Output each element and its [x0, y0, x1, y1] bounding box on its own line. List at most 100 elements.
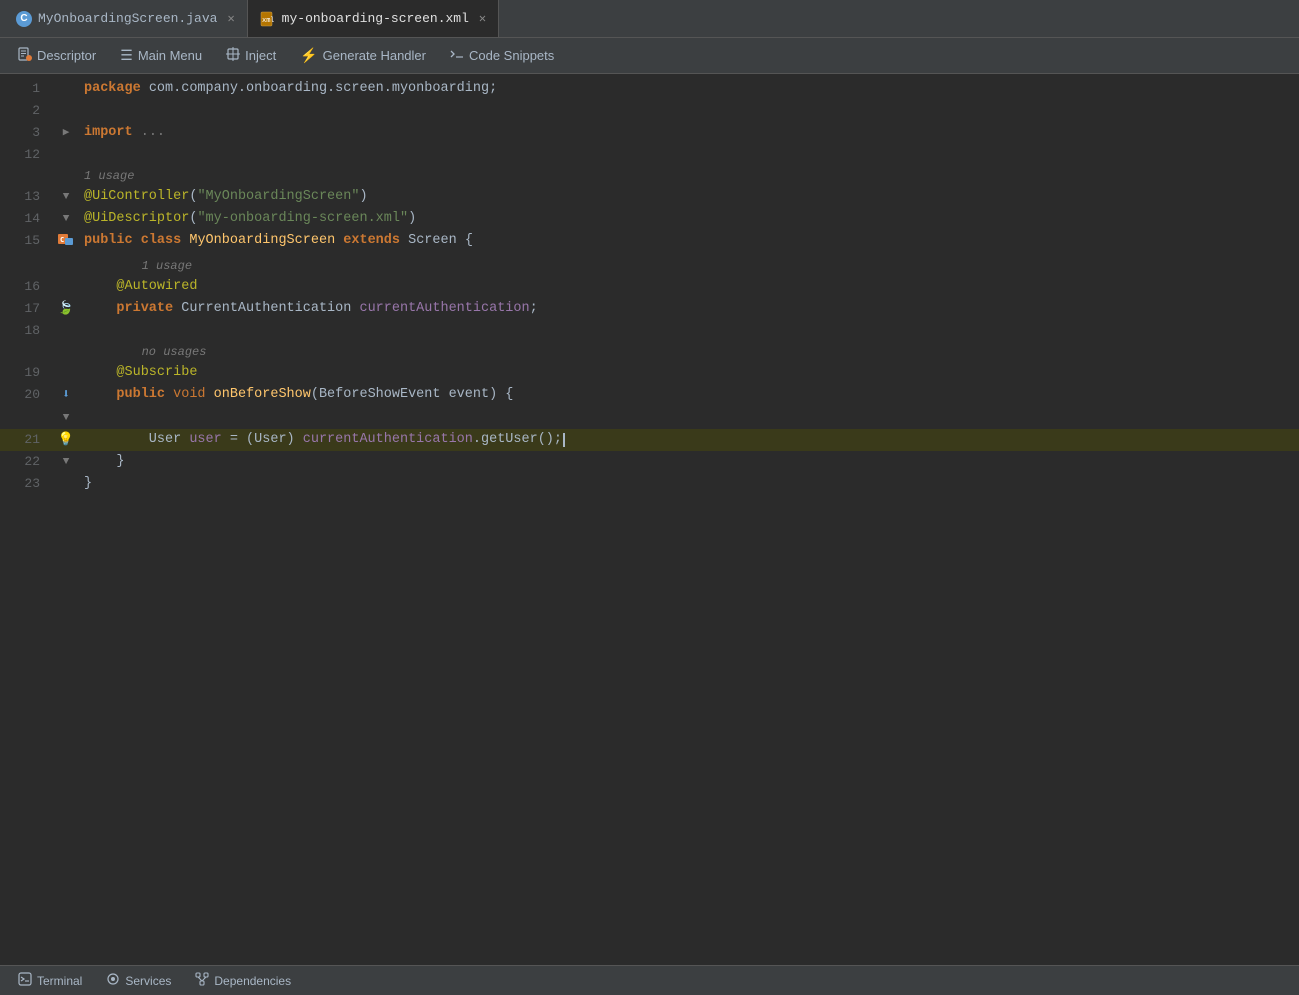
line-content-1: package com.company.onboarding.screen.my…: [80, 78, 1299, 100]
code-snippets-icon: [450, 47, 464, 64]
gutter-20: ⬇ ▼: [52, 384, 80, 429]
download-icon-20: ⬇: [62, 384, 70, 406]
annotation-1usage: 1 usage: [0, 166, 1299, 186]
gutter-21: 💡: [52, 429, 80, 451]
line-content-14: @UiDescriptor("my-onboarding-screen.xml"…: [80, 208, 1299, 230]
collapse-14-icon[interactable]: ▼: [63, 208, 70, 230]
main-menu-button[interactable]: ☰ Main Menu: [110, 43, 212, 68]
tab-bar: C MyOnboardingScreen.java ✕ xml my-onboa…: [0, 0, 1299, 38]
services-icon: [106, 972, 120, 989]
gutter-22: ▼: [52, 451, 80, 473]
code-line-2: 2: [0, 100, 1299, 122]
tab-xml-close[interactable]: ✕: [479, 11, 486, 26]
generate-handler-icon: ⚡: [300, 47, 317, 64]
collapse-13-icon[interactable]: ▼: [63, 186, 70, 208]
annotation-nousages: no usages: [0, 342, 1299, 362]
line-number-15: 15: [0, 230, 52, 252]
line-number-1: 1: [0, 78, 52, 100]
line-number-2: 2: [0, 100, 52, 122]
code-line-14: 14 ▼ @UiDescriptor("my-onboarding-screen…: [0, 208, 1299, 230]
gutter-17: 🍃: [52, 298, 80, 320]
collapse-22-icon[interactable]: ▼: [63, 451, 70, 473]
line-content-13: @UiController("MyOnboardingScreen"): [80, 186, 1299, 208]
gutter-3: ▶: [52, 122, 80, 144]
services-label: Services: [125, 974, 171, 988]
line-content-19: @Subscribe: [80, 362, 1299, 384]
status-bar: Terminal Services Dependencies: [0, 965, 1299, 995]
tab-java-close[interactable]: ✕: [227, 11, 234, 26]
tab-xml-label: my-onboarding-screen.xml: [282, 11, 469, 26]
class-gutter-icon: C: [57, 230, 75, 256]
code-snippets-label: Code Snippets: [469, 48, 554, 63]
dependencies-icon: [195, 972, 209, 989]
svg-text:xml: xml: [262, 16, 275, 24]
code-line-18: 18: [0, 320, 1299, 342]
tab-xml[interactable]: xml my-onboarding-screen.xml ✕: [248, 0, 499, 37]
svg-text:C: C: [60, 236, 64, 244]
code-line-3: 3 ▶ import ...: [0, 122, 1299, 144]
line-number-16: 16: [0, 276, 52, 298]
gutter-13: ▼: [52, 186, 80, 208]
services-button[interactable]: Services: [96, 969, 181, 992]
descriptor-icon: [18, 47, 32, 64]
line-number-18: 18: [0, 320, 52, 342]
line-content-21: User user = (User) currentAuthentication…: [80, 429, 1299, 451]
line-content-12: [80, 144, 1299, 166]
inject-icon: [226, 47, 240, 64]
collapse-import-icon[interactable]: ▶: [63, 122, 70, 144]
line-content-23: }: [80, 473, 1299, 495]
gutter-14: ▼: [52, 208, 80, 230]
toolbar: Descriptor ☰ Main Menu Inject ⚡ Generate…: [0, 38, 1299, 74]
line-number-14: 14: [0, 208, 52, 230]
line-content-3: import ...: [80, 122, 1299, 144]
main-menu-icon: ☰: [120, 47, 133, 64]
generate-handler-label: Generate Handler: [323, 48, 426, 63]
code-snippets-button[interactable]: Code Snippets: [440, 43, 564, 68]
code-line-20: 20 ⬇ ▼ public void onBeforeShow(BeforeSh…: [0, 384, 1299, 429]
line-content-15: public class MyOnboardingScreen extends …: [80, 230, 1299, 252]
line-number-12: 12: [0, 144, 52, 166]
dependencies-label: Dependencies: [214, 974, 291, 988]
line-number-13: 13: [0, 186, 52, 208]
line-content-22: }: [80, 451, 1299, 473]
code-line-19: 19 @Subscribe: [0, 362, 1299, 384]
annotation-1usage-text: 1 usage: [80, 169, 1299, 183]
descriptor-button[interactable]: Descriptor: [8, 43, 106, 68]
annotation-nousages-text: no usages: [80, 345, 1299, 359]
xml-icon: xml: [260, 11, 276, 27]
code-line-22: 22 ▼ }: [0, 451, 1299, 473]
code-line-12: 12: [0, 144, 1299, 166]
dependencies-button[interactable]: Dependencies: [185, 969, 301, 992]
lightbulb-icon-21: 💡: [58, 429, 74, 451]
editor-area: 1 package com.company.onboarding.screen.…: [0, 74, 1299, 965]
tab-java[interactable]: C MyOnboardingScreen.java ✕: [4, 0, 248, 37]
generate-handler-button[interactable]: ⚡ Generate Handler: [290, 43, 436, 68]
line-number-3: 3: [0, 122, 52, 144]
line-number-20: 20: [0, 384, 52, 406]
annotation-1usage-inner-text: 1 usage: [80, 259, 1299, 273]
line-number-17: 17: [0, 298, 52, 320]
code-line-21: 21 💡 User user = (User) currentAuthentic…: [0, 429, 1299, 451]
annotation-1usage-inner: 1 usage: [0, 256, 1299, 276]
line-number-19: 19: [0, 362, 52, 384]
line-content-17: private CurrentAuthentication currentAut…: [80, 298, 1299, 320]
java-icon: C: [16, 11, 32, 27]
line-content-18: [80, 320, 1299, 342]
leaf-icon-17: 🍃: [58, 298, 74, 320]
collapse-20-icon[interactable]: ▼: [63, 407, 70, 429]
main-menu-label: Main Menu: [138, 48, 202, 63]
code-editor[interactable]: 1 package com.company.onboarding.screen.…: [0, 74, 1299, 965]
inject-label: Inject: [245, 48, 276, 63]
descriptor-label: Descriptor: [37, 48, 96, 63]
code-line-17: 17 🍃 private CurrentAuthentication curre…: [0, 298, 1299, 320]
tab-java-label: MyOnboardingScreen.java: [38, 11, 217, 26]
inject-button[interactable]: Inject: [216, 43, 286, 68]
terminal-button[interactable]: Terminal: [8, 969, 92, 992]
line-number-23: 23: [0, 473, 52, 495]
line-content-16: @Autowired: [80, 276, 1299, 298]
code-line-23: 23 }: [0, 473, 1299, 495]
terminal-icon: [18, 972, 32, 989]
code-line-15: 15 C public class MyOnboardingScreen ext…: [0, 230, 1299, 256]
gutter-15: C: [52, 230, 80, 256]
code-line-1: 1 package com.company.onboarding.screen.…: [0, 78, 1299, 100]
